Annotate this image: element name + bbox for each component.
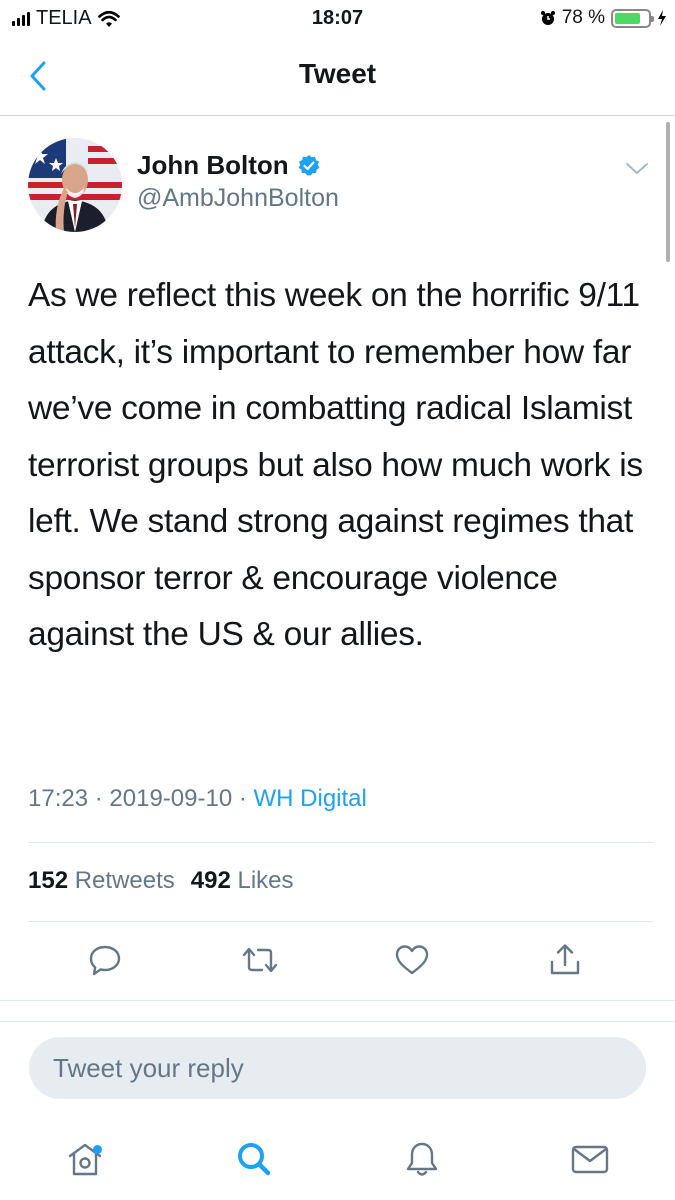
tab-home[interactable] xyxy=(60,1134,110,1184)
divider xyxy=(28,842,653,843)
author-name[interactable]: John Bolton xyxy=(137,150,321,181)
tweet-date: 2019-09-10 xyxy=(109,785,233,812)
retweet-count: 152 xyxy=(28,867,69,894)
reply-button[interactable] xyxy=(83,938,127,982)
like-count: 492 xyxy=(190,867,231,894)
reply-box[interactable] xyxy=(29,1037,646,1099)
scrollbar[interactable] xyxy=(666,122,670,262)
tweet-text: As we reflect this week on the horrific … xyxy=(28,277,643,653)
meta-separator: · xyxy=(238,785,247,812)
home-notification-dot xyxy=(93,1145,102,1154)
share-button[interactable] xyxy=(543,938,587,982)
retweet-label: Retweets xyxy=(74,867,175,894)
status-bar-right: 78 % xyxy=(540,7,667,29)
chevron-down-icon xyxy=(626,163,648,174)
author-name-text: John Bolton xyxy=(137,150,289,180)
share-icon xyxy=(550,944,580,975)
tab-notifications[interactable] xyxy=(397,1134,447,1184)
retweets-stat[interactable]: 152 Retweets xyxy=(28,867,175,895)
avatar[interactable] xyxy=(28,138,122,232)
likes-stat[interactable]: 492 Likes xyxy=(191,867,294,895)
like-button[interactable] xyxy=(390,938,434,982)
reply-input[interactable] xyxy=(53,1052,622,1084)
meta-separator: · xyxy=(94,785,103,812)
verified-badge-icon xyxy=(298,154,320,176)
tweet-source-link[interactable]: WH Digital xyxy=(254,785,367,812)
retweet-button[interactable] xyxy=(238,938,282,982)
tweet-meta: 17:23 · 2019-09-10 · WH Digital xyxy=(28,785,367,813)
tweet-time: 17:23 xyxy=(28,785,89,812)
like-icon xyxy=(395,945,429,975)
charging-icon xyxy=(658,10,666,26)
tweet-actions xyxy=(0,938,675,988)
author-handle[interactable]: @AmbJohnBolton xyxy=(137,184,339,213)
tweet-options-button[interactable] xyxy=(623,158,651,178)
section-separator xyxy=(0,1000,675,1022)
notifications-icon xyxy=(406,1142,438,1176)
avatar-image xyxy=(28,138,122,232)
tab-search[interactable] xyxy=(229,1134,279,1184)
reply-icon xyxy=(89,945,121,976)
battery-icon xyxy=(611,8,654,28)
divider xyxy=(28,921,653,922)
like-label: Likes xyxy=(237,867,294,894)
tweet-stats: 152 Retweets 492 Likes xyxy=(28,867,294,895)
search-icon xyxy=(238,1143,271,1176)
nav-header: Tweet xyxy=(0,38,675,116)
tab-messages[interactable] xyxy=(565,1134,615,1184)
battery-level xyxy=(615,12,640,24)
retweet-icon xyxy=(242,947,278,973)
tab-bar xyxy=(0,1118,675,1200)
battery-percent: 78 % xyxy=(561,7,605,28)
alarm-icon xyxy=(540,11,555,25)
page-title: Tweet xyxy=(298,58,377,89)
status-bar: TELIA 18:07 78 % xyxy=(0,0,675,38)
messages-icon xyxy=(571,1145,609,1174)
